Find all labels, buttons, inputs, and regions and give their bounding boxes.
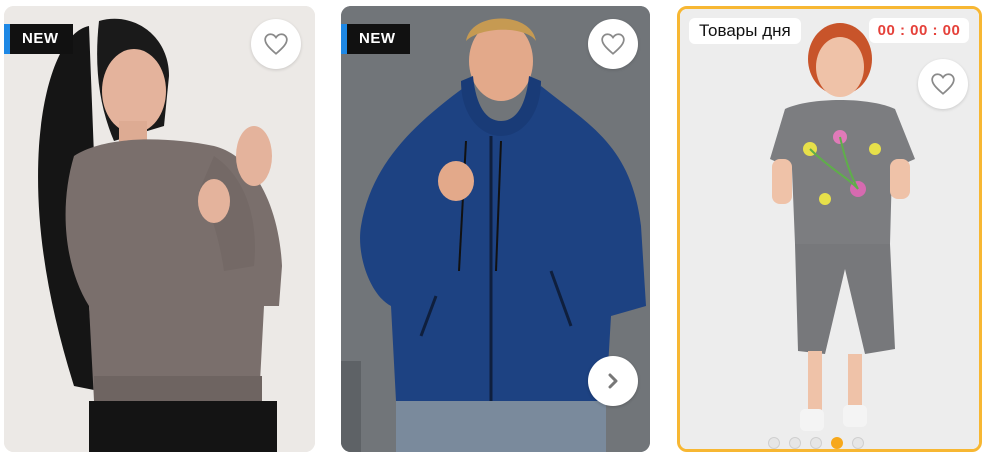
deal-of-day-label: Товары дня [689,18,801,44]
favorite-button[interactable] [918,59,968,109]
product-card[interactable]: NEW [341,6,650,452]
carousel-dot[interactable] [768,437,780,449]
carousel-dots [768,437,864,449]
heart-outline-icon [931,73,955,95]
new-badge: NEW [4,24,73,54]
next-image-button[interactable] [588,356,638,406]
carousel-dot[interactable] [789,437,801,449]
countdown-timer: 00 : 00 : 00 [869,18,969,43]
heart-outline-icon [601,33,625,55]
new-badge: NEW [341,24,410,54]
heart-outline-icon [264,33,288,55]
carousel-dot[interactable] [810,437,822,449]
product-image[interactable] [4,6,315,452]
chevron-right-icon [608,373,618,389]
favorite-button[interactable] [588,19,638,69]
product-card-deal[interactable]: Товары дня 00 : 00 : 00 [677,6,982,452]
carousel-dot-active[interactable] [831,437,843,449]
carousel-dot[interactable] [852,437,864,449]
product-card[interactable]: NEW [4,6,315,452]
favorite-button[interactable] [251,19,301,69]
